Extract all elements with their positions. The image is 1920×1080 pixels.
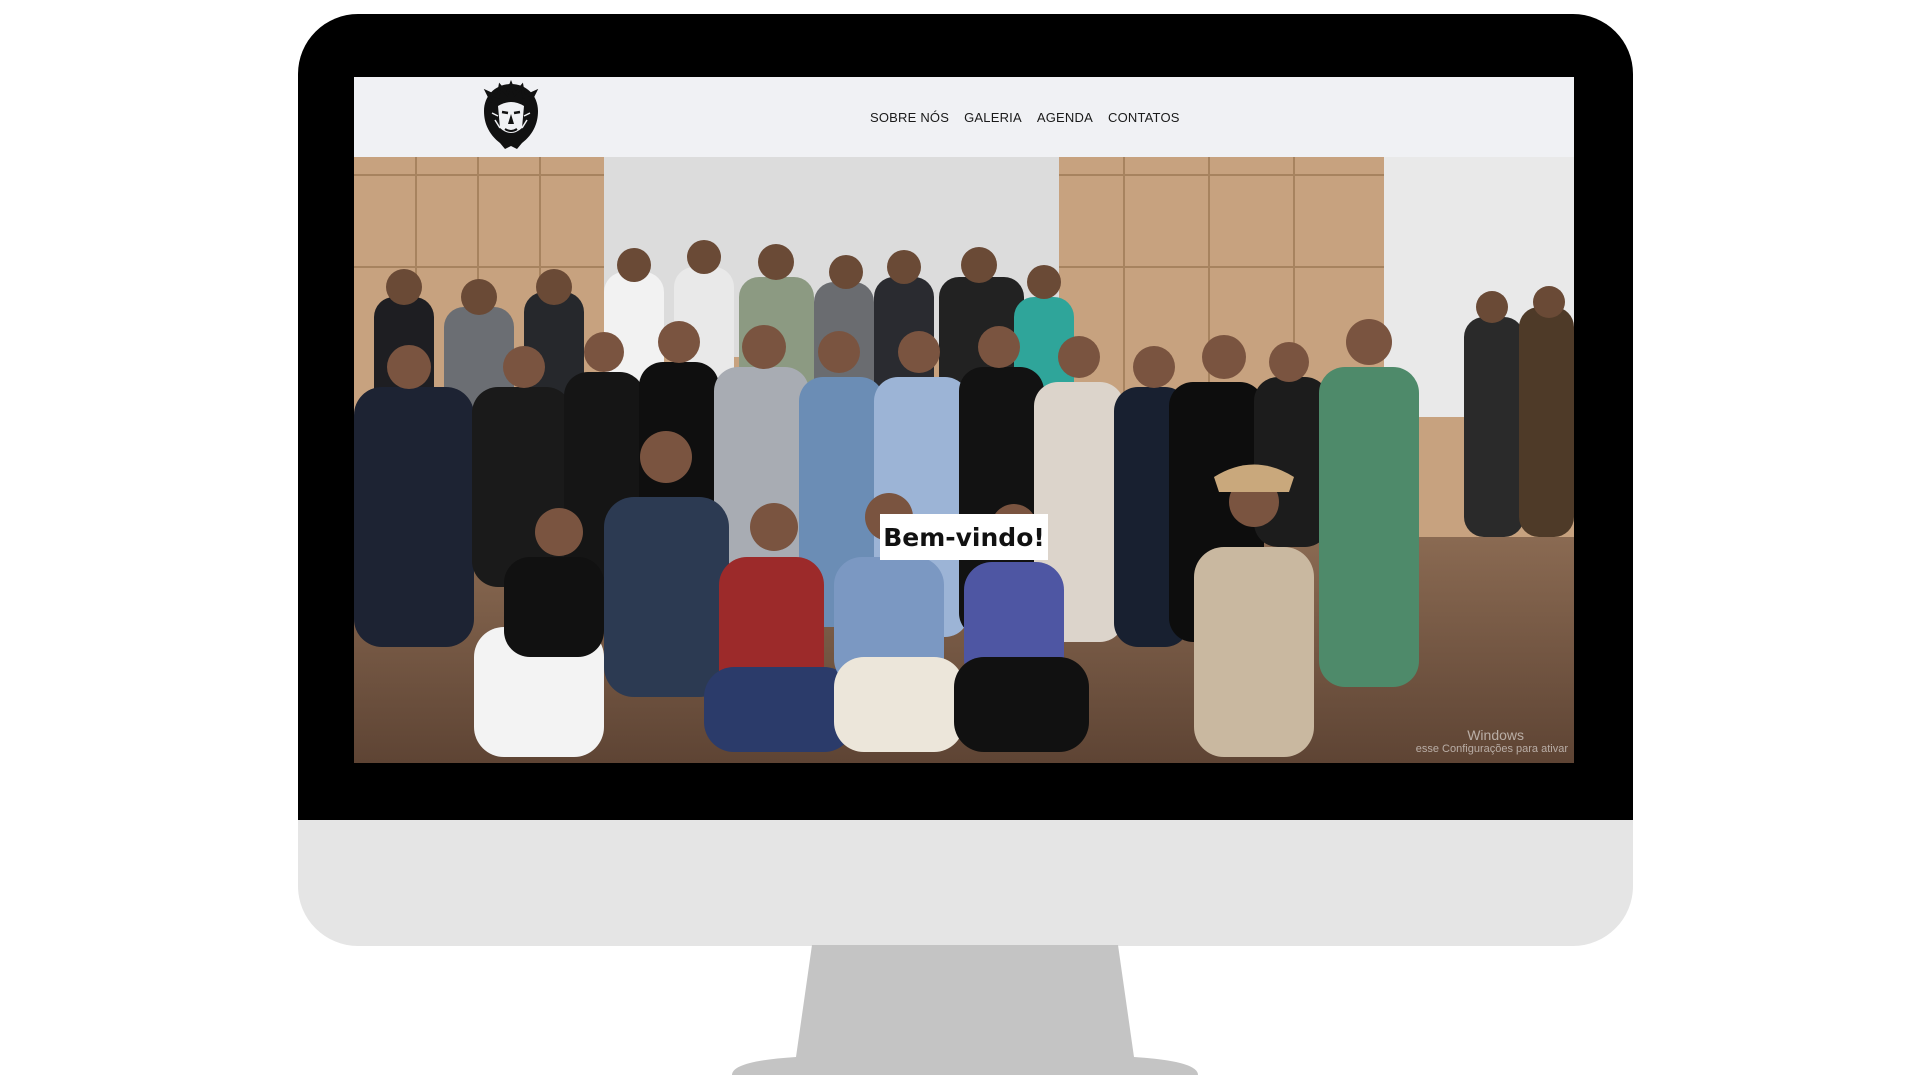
watermark-line-2: esse Configurações para ativar <box>1415 742 1568 755</box>
watermark-line-1: Windows <box>1467 726 1524 743</box>
windows-activation-watermark: Windows esse Configurações para ativar <box>1415 726 1568 755</box>
lion-head-icon[interactable] <box>478 80 544 152</box>
hero-group-photo: Bem-vindo! Windows esse Configurações pa… <box>354 157 1574 763</box>
welcome-banner: Bem-vindo! <box>880 514 1048 560</box>
monitor-mockup: SOBRE NÓS GALERIA AGENDA CONTATOS Bem-vi… <box>0 0 1920 1080</box>
nav-link-galeria[interactable]: GALERIA <box>964 110 1022 125</box>
monitor-chin <box>298 820 1633 946</box>
nav-link-agenda[interactable]: AGENDA <box>1037 110 1093 125</box>
monitor-stand <box>732 945 1198 1075</box>
group-photo <box>354 157 1574 763</box>
nav-link-sobre-nos[interactable]: SOBRE NÓS <box>870 110 949 125</box>
main-nav: SOBRE NÓS GALERIA AGENDA CONTATOS <box>870 110 1180 125</box>
site-header: SOBRE NÓS GALERIA AGENDA CONTATOS <box>354 77 1574 157</box>
nav-link-contatos[interactable]: CONTATOS <box>1108 110 1180 125</box>
website-screen: SOBRE NÓS GALERIA AGENDA CONTATOS Bem-vi… <box>354 77 1574 763</box>
